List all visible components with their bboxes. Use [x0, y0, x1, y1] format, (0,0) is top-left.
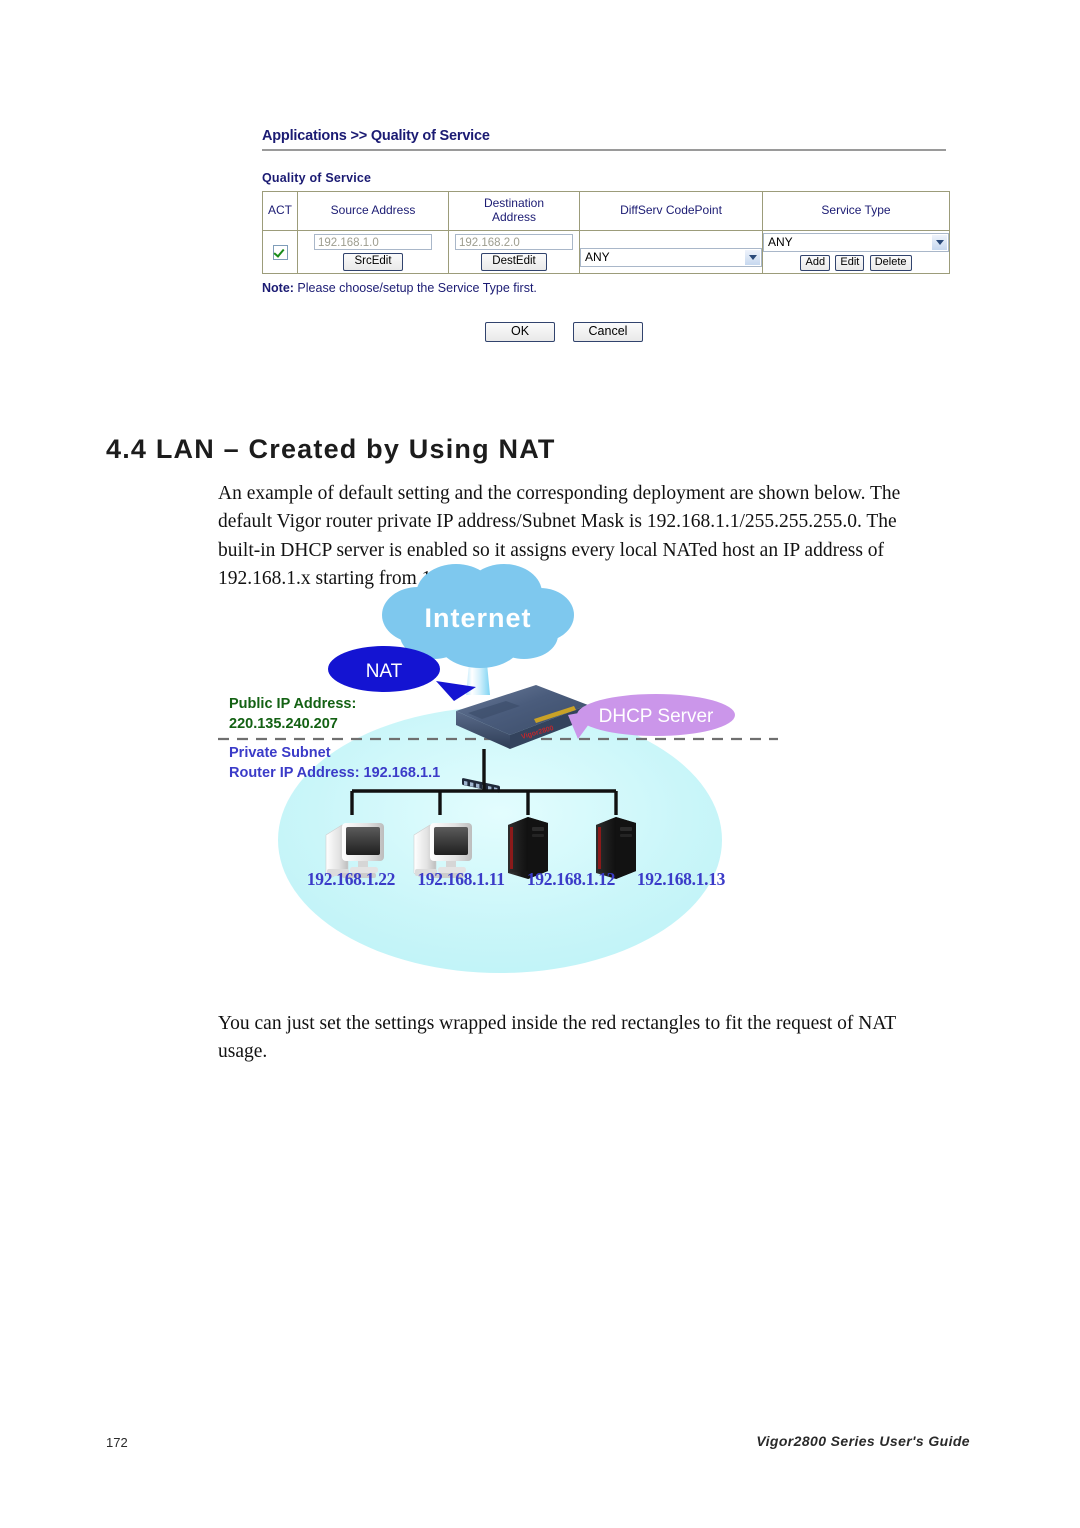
qos-note: Note: Please choose/setup the Service Ty… — [262, 281, 946, 295]
private-subnet-title: Private Subnet — [229, 745, 331, 761]
dest-edit-button[interactable]: DestEdit — [481, 252, 547, 271]
dhcp-balloon-label: DHCP Server — [599, 706, 714, 727]
chevron-down-icon[interactable] — [745, 249, 760, 265]
diffserv-codepoint-select[interactable]: ANY — [580, 247, 762, 267]
add-button[interactable]: Add — [800, 255, 831, 271]
qos-rules-table: ACT Source Address Destination Address D… — [262, 191, 950, 274]
host-ip-3: 192.168.1.12 — [526, 869, 616, 889]
destination-header-line2: Address — [491, 210, 537, 224]
qos-section-title: Quality of Service — [262, 171, 372, 185]
column-header-destination-address: Destination Address — [448, 191, 580, 231]
source-button-row: SrcEdit — [298, 252, 448, 271]
diffserv-codepoint-value: ANY — [585, 249, 610, 264]
internet-cloud-label: Internet — [424, 603, 531, 633]
ok-button[interactable]: OK — [485, 322, 555, 342]
breadcrumb-divider — [262, 149, 946, 151]
service-button-row: Add Edit Delete — [763, 254, 949, 271]
footer-page-number: 172 — [106, 1435, 128, 1450]
public-ip-label: Public IP Address: 220.135.240.207 — [229, 694, 356, 734]
breadcrumb-root[interactable]: Applications — [262, 128, 347, 144]
breadcrumb-separator: >> — [350, 128, 367, 144]
cell-source-address: 192.168.1.0 SrcEdit — [297, 230, 449, 274]
public-ip-label-line1: Public IP Address: — [229, 696, 357, 712]
host-ip-labels: 192.168.1.22 192.168.1.11 192.168.1.12 1… — [296, 869, 756, 890]
table-header-row: ACT Source Address Destination Address D… — [262, 191, 950, 231]
service-type-value: ANY — [768, 235, 793, 249]
delete-button[interactable]: Delete — [869, 255, 912, 271]
cell-diffserv-codepoint: ANY — [579, 230, 763, 274]
source-address-input[interactable]: 192.168.1.0 — [314, 233, 432, 250]
qos-note-label: Note: — [262, 281, 294, 295]
cell-service-type: ANY Add Edit Delete — [762, 230, 950, 274]
host-ip-2: 192.168.1.11 — [417, 869, 505, 889]
closing-paragraph: You can just set the settings wrapped in… — [218, 1012, 896, 1063]
breadcrumb: Applications >> Quality of Service — [262, 128, 946, 144]
edit-button[interactable]: Edit — [835, 255, 865, 271]
cancel-button[interactable]: Cancel — [573, 322, 643, 342]
host-ip-4: 192.168.1.13 — [636, 869, 726, 889]
nat-network-diagram: Internet Vigor2800 NAT DHCP Server Publi… — [218, 563, 778, 981]
breadcrumb-current: Quality of Service — [370, 128, 490, 144]
private-subnet-label: Private Subnet Router IP Address: 192.16… — [229, 743, 440, 783]
public-ip-value: 220.135.240.207 — [229, 716, 338, 732]
column-header-source-address: Source Address — [297, 191, 449, 231]
service-type-select[interactable]: ANY — [763, 233, 949, 252]
host-ip-1: 192.168.1.22 — [306, 869, 396, 889]
column-header-diffserv-codepoint: DiffServ CodePoint — [579, 191, 763, 231]
src-edit-button[interactable]: SrcEdit — [343, 252, 403, 271]
act-checkbox[interactable] — [272, 244, 288, 260]
qos-note-text: Please choose/setup the Service Type fir… — [293, 281, 537, 295]
column-header-service-type: Service Type — [762, 191, 950, 231]
nat-balloon-label: NAT — [366, 661, 403, 682]
table-row: 192.168.1.0 SrcEdit 192.168.2.0 DestEdit… — [262, 230, 950, 274]
form-action-row: OK Cancel — [262, 322, 946, 342]
column-header-act: ACT — [262, 191, 298, 231]
cell-act — [262, 230, 298, 274]
cell-destination-address: 192.168.2.0 DestEdit — [448, 230, 580, 274]
chevron-down-icon[interactable] — [932, 235, 947, 250]
router-ip-address: Router IP Address: 192.168.1.1 — [229, 765, 441, 781]
page-title: 4.4 LAN – Created by Using NAT — [106, 434, 556, 465]
qos-screenshot-panel: Applications >> Quality of Service Quali… — [262, 128, 950, 342]
destination-header-line1: Destination — [483, 196, 545, 211]
destination-button-row: DestEdit — [449, 252, 579, 271]
footer-guide-title: Vigor2800 Series User's Guide — [756, 1433, 970, 1449]
destination-address-input[interactable]: 192.168.2.0 — [455, 233, 573, 250]
